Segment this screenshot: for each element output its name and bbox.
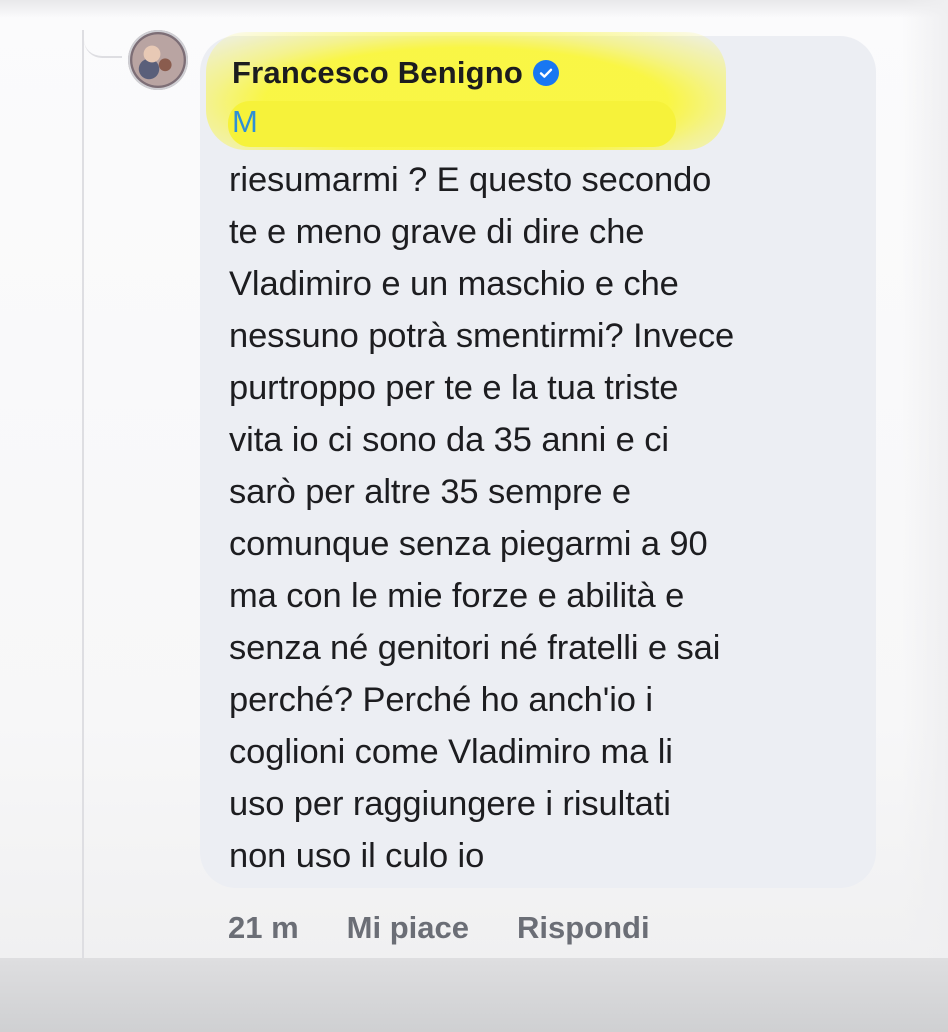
comment-author-row: Francesco Benigno <box>232 52 560 94</box>
comment-actions: 21 m Mi piace Rispondi <box>228 904 698 952</box>
author-name[interactable]: Francesco Benigno <box>232 55 523 91</box>
top-edge-shadow <box>0 0 948 18</box>
tagged-user-mention[interactable]: M <box>232 104 258 140</box>
verified-badge-icon <box>533 60 560 86</box>
reply-thread-line <box>82 30 84 960</box>
right-edge-fade <box>902 0 948 958</box>
comment-screen: Francesco Benigno M riesumarmi ? E quest… <box>0 0 948 1032</box>
bottom-gray-bar <box>0 958 948 1032</box>
like-button[interactable]: Mi piace <box>347 910 469 946</box>
reply-thread-connector <box>84 30 122 58</box>
checkmark-icon <box>539 68 553 78</box>
author-avatar[interactable] <box>128 30 188 90</box>
comment-timestamp[interactable]: 21 m <box>228 910 299 946</box>
reply-button[interactable]: Rispondi <box>517 910 650 946</box>
comment-text: riesumarmi ? E questo secondo te e meno … <box>229 161 735 875</box>
highlight-redaction-bar <box>228 101 676 147</box>
